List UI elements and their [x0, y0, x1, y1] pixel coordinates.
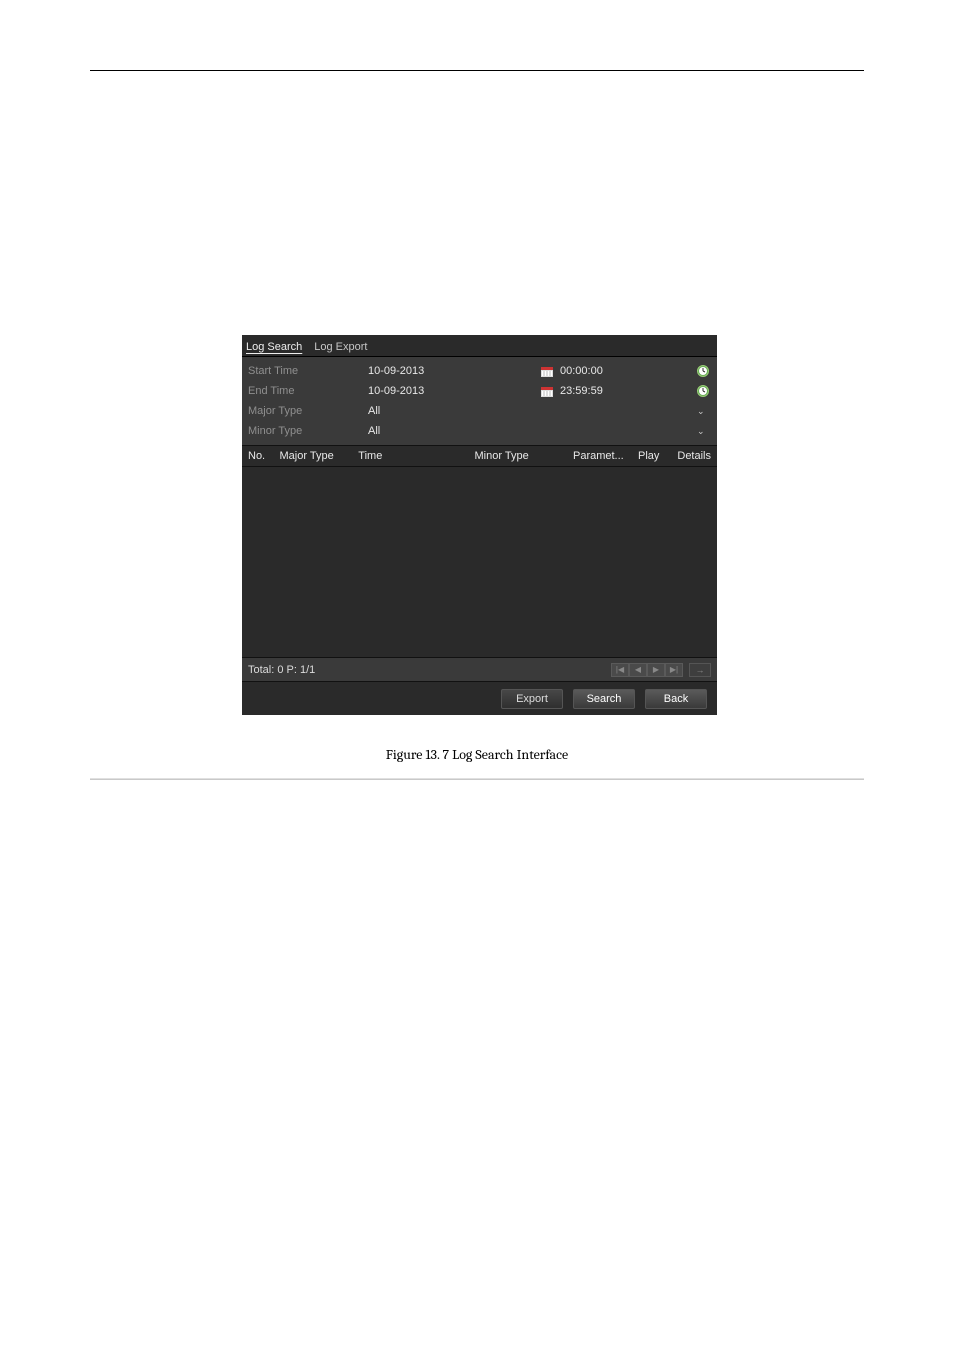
- row-minor-type: Minor Type All ⌄: [242, 421, 717, 441]
- figure-caption: Figure 13. 7 Log Search Interface: [0, 746, 954, 763]
- label-minor-type: Minor Type: [248, 425, 368, 437]
- col-play: Play: [638, 450, 677, 462]
- end-time-field[interactable]: 23:59:59: [554, 385, 674, 397]
- col-time: Time: [358, 450, 474, 462]
- start-time-field[interactable]: 00:00:00: [554, 365, 674, 377]
- table-header: No. Major Type Time Minor Type Paramet..…: [242, 445, 717, 467]
- search-form: Start Time 10-09-2013 00:00:00 End Time …: [242, 357, 717, 445]
- export-button[interactable]: Export: [501, 689, 563, 709]
- col-param: Paramet...: [573, 450, 638, 462]
- table-body-empty: [242, 467, 717, 657]
- page-next-button[interactable]: ▶: [647, 663, 665, 677]
- row-major-type: Major Type All ⌄: [242, 401, 717, 421]
- chevron-down-icon[interactable]: ⌄: [697, 406, 711, 417]
- start-date-field[interactable]: 10-09-2013: [368, 365, 540, 377]
- pager: |◀ ◀ ▶ ▶| →: [611, 663, 711, 677]
- button-bar: Export Search Back: [242, 681, 717, 715]
- row-end-time: End Time 10-09-2013 23:59:59: [242, 381, 717, 401]
- label-end-time: End Time: [248, 385, 368, 397]
- tab-log-export[interactable]: Log Export: [312, 338, 377, 356]
- label-start-time: Start Time: [248, 365, 368, 377]
- page-divider: [90, 778, 864, 780]
- minor-type-select[interactable]: All: [368, 425, 697, 437]
- page-jump-button[interactable]: →: [689, 663, 711, 677]
- search-button[interactable]: Search: [573, 689, 635, 709]
- page-prev-button[interactable]: ◀: [629, 663, 647, 677]
- tab-log-search[interactable]: Log Search: [244, 338, 312, 356]
- end-date-field[interactable]: 10-09-2013: [368, 385, 540, 397]
- tabbar: Log Search Log Export: [242, 335, 717, 357]
- log-search-panel: Log Search Log Export Start Time 10-09-2…: [242, 335, 717, 715]
- calendar-icon[interactable]: [540, 366, 554, 377]
- major-type-select[interactable]: All: [368, 405, 697, 417]
- page-last-button[interactable]: ▶|: [665, 663, 683, 677]
- clock-icon[interactable]: [697, 365, 711, 377]
- col-no: No.: [248, 450, 280, 462]
- page-first-button[interactable]: |◀: [611, 663, 629, 677]
- row-start-time: Start Time 10-09-2013 00:00:00: [242, 361, 717, 381]
- results-table: No. Major Type Time Minor Type Paramet..…: [242, 445, 717, 657]
- col-minor: Minor Type: [475, 450, 573, 462]
- col-details: Details: [677, 450, 711, 462]
- chevron-down-icon[interactable]: ⌄: [697, 426, 711, 437]
- col-major: Major Type: [280, 450, 359, 462]
- label-major-type: Major Type: [248, 405, 368, 417]
- totals-bar: Total: 0 P: 1/1 |◀ ◀ ▶ ▶| →: [242, 657, 717, 681]
- totals-text: Total: 0 P: 1/1: [248, 664, 315, 676]
- clock-icon[interactable]: [697, 385, 711, 397]
- calendar-icon[interactable]: [540, 386, 554, 397]
- back-button[interactable]: Back: [645, 689, 707, 709]
- page-top-rule: [90, 70, 864, 71]
